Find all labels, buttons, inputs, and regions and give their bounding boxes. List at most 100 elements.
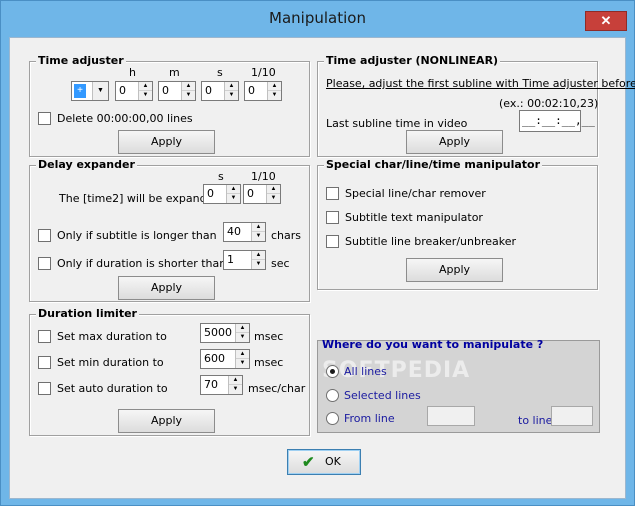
where-title: Where do you want to manipulate ? bbox=[322, 338, 544, 351]
to-line-input[interactable] bbox=[551, 406, 593, 426]
auto-duration-unit: msec/char bbox=[248, 382, 306, 395]
delay-tenths-value: 0 bbox=[247, 187, 254, 200]
min-duration-checkbox[interactable] bbox=[38, 356, 51, 369]
delay-seconds-spinner[interactable]: 0 ▲ ▼ bbox=[203, 184, 241, 204]
shorter-than-value: 1 bbox=[227, 253, 234, 266]
max-duration-spinner[interactable]: 5000 ▲ ▼ bbox=[200, 323, 250, 343]
min-duration-unit: msec bbox=[254, 356, 284, 369]
spin-down-icon[interactable]: ▼ bbox=[236, 359, 249, 368]
minutes-label: m bbox=[169, 66, 180, 79]
delay-expander-group: Delay expander s 1/10 The [time2] will b… bbox=[29, 158, 310, 302]
auto-duration-spinner[interactable]: 70 ▲ ▼ bbox=[200, 375, 243, 395]
shorter-than-spinner[interactable]: 1 ▲ ▼ bbox=[223, 250, 266, 270]
chevron-down-icon[interactable]: ▼ bbox=[92, 82, 108, 100]
nonlinear-apply-button[interactable]: Apply bbox=[406, 130, 503, 154]
minutes-value: 0 bbox=[162, 84, 169, 97]
from-line-radio[interactable] bbox=[326, 412, 339, 425]
spin-up-icon[interactable]: ▲ bbox=[182, 82, 195, 91]
max-duration-value: 5000 bbox=[204, 326, 232, 339]
tenths-spinner[interactable]: 0 ▲ ▼ bbox=[244, 81, 282, 101]
spin-up-icon[interactable]: ▲ bbox=[252, 251, 265, 260]
longer-than-checkbox[interactable] bbox=[38, 229, 51, 242]
spin-down-icon[interactable]: ▼ bbox=[267, 194, 280, 203]
sign-select[interactable]: + ▼ bbox=[71, 81, 109, 101]
selected-lines-radio[interactable] bbox=[326, 389, 339, 402]
spin-down-icon[interactable]: ▼ bbox=[236, 333, 249, 342]
sign-value: + bbox=[74, 84, 86, 98]
spin-down-icon[interactable]: ▼ bbox=[252, 232, 265, 241]
seconds-spinner[interactable]: 0 ▲ ▼ bbox=[201, 81, 239, 101]
where-panel: Where do you want to manipulate ? SOFTPE… bbox=[317, 338, 600, 433]
line-char-remover-label: Special line/char remover bbox=[345, 187, 486, 200]
auto-duration-label: Set auto duration to bbox=[57, 382, 168, 395]
spin-down-icon[interactable]: ▼ bbox=[139, 91, 152, 100]
spin-up-icon[interactable]: ▲ bbox=[268, 82, 281, 91]
delay-expander-apply-button[interactable]: Apply bbox=[118, 276, 215, 300]
ok-label: OK bbox=[325, 455, 341, 468]
spin-down-icon[interactable]: ▼ bbox=[182, 91, 195, 100]
max-duration-label: Set max duration to bbox=[57, 330, 167, 343]
spin-up-icon[interactable]: ▲ bbox=[139, 82, 152, 91]
from-line-input[interactable] bbox=[427, 406, 475, 426]
delay-seconds-label: s bbox=[218, 170, 224, 183]
max-duration-unit: msec bbox=[254, 330, 284, 343]
min-duration-spinner[interactable]: 600 ▲ ▼ bbox=[200, 349, 250, 369]
line-char-remover-checkbox[interactable] bbox=[326, 187, 339, 200]
delete-lines-checkbox[interactable] bbox=[38, 112, 51, 125]
max-duration-checkbox[interactable] bbox=[38, 330, 51, 343]
spin-up-icon[interactable]: ▲ bbox=[252, 223, 265, 232]
nonlinear-instruction: Please, adjust the first subline with Ti… bbox=[326, 77, 635, 90]
window-title: Manipulation bbox=[269, 9, 366, 27]
close-button[interactable]: ✕ bbox=[585, 11, 627, 31]
ok-button[interactable]: ✔ OK bbox=[287, 449, 361, 475]
close-icon: ✕ bbox=[600, 13, 612, 28]
last-subline-label: Last subline time in video bbox=[326, 117, 468, 130]
spin-up-icon[interactable]: ▲ bbox=[227, 185, 240, 194]
spin-up-icon[interactable]: ▲ bbox=[236, 324, 249, 333]
spin-down-icon[interactable]: ▼ bbox=[225, 91, 238, 100]
chars-unit: chars bbox=[271, 229, 302, 242]
nonlinear-group: Time adjuster (NONLINEAR) Please, adjust… bbox=[317, 54, 635, 157]
duration-limiter-apply-button[interactable]: Apply bbox=[118, 409, 215, 433]
tenths-label: 1/10 bbox=[251, 66, 276, 79]
longer-than-spinner[interactable]: 40 ▲ ▼ bbox=[223, 222, 266, 242]
spin-down-icon[interactable]: ▼ bbox=[268, 91, 281, 100]
spin-up-icon[interactable]: ▲ bbox=[225, 82, 238, 91]
title-bar: Manipulation ✕ bbox=[1, 1, 634, 35]
delay-tenths-label: 1/10 bbox=[251, 170, 276, 183]
all-lines-label: All lines bbox=[344, 365, 387, 378]
spin-down-icon[interactable]: ▼ bbox=[252, 260, 265, 269]
min-duration-label: Set min duration to bbox=[57, 356, 164, 369]
minutes-spinner[interactable]: 0 ▲ ▼ bbox=[158, 81, 196, 101]
duration-limiter-group: Duration limiter Set max duration to 500… bbox=[29, 307, 310, 436]
spin-up-icon[interactable]: ▲ bbox=[236, 350, 249, 359]
time-adjuster-title: Time adjuster bbox=[36, 54, 126, 67]
auto-duration-checkbox[interactable] bbox=[38, 382, 51, 395]
delay-tenths-spinner[interactable]: 0 ▲ ▼ bbox=[243, 184, 281, 204]
special-apply-button[interactable]: Apply bbox=[406, 258, 503, 282]
last-subline-time-input[interactable]: __:__:__,__ bbox=[519, 110, 595, 132]
delete-lines-label: Delete 00:00:00,00 lines bbox=[57, 112, 193, 125]
time-adjuster-group: Time adjuster h m s 1/10 + ▼ 0 ▲ ▼ 0 ▲ ▼ 0… bbox=[29, 54, 310, 157]
line-breaker-label: Subtitle line breaker/unbreaker bbox=[345, 235, 517, 248]
seconds-label: s bbox=[217, 66, 223, 79]
time-adjuster-apply-button[interactable]: Apply bbox=[118, 130, 215, 154]
nonlinear-title: Time adjuster (NONLINEAR) bbox=[324, 54, 501, 67]
spin-up-icon[interactable]: ▲ bbox=[267, 185, 280, 194]
all-lines-radio[interactable] bbox=[326, 365, 339, 378]
longer-than-value: 40 bbox=[227, 225, 241, 238]
longer-than-label: Only if subtitle is longer than bbox=[57, 229, 217, 242]
nonlinear-example: (ex.: 00:02:10,23) bbox=[499, 97, 599, 110]
line-breaker-checkbox[interactable] bbox=[326, 235, 339, 248]
spin-down-icon[interactable]: ▼ bbox=[229, 385, 242, 394]
text-manipulator-checkbox[interactable] bbox=[326, 211, 339, 224]
hours-value: 0 bbox=[119, 84, 126, 97]
selected-lines-label: Selected lines bbox=[344, 389, 421, 402]
checkmark-icon: ✔ bbox=[302, 454, 315, 471]
spin-down-icon[interactable]: ▼ bbox=[227, 194, 240, 203]
shorter-than-label: Only if duration is shorter than bbox=[57, 257, 227, 270]
hours-spinner[interactable]: 0 ▲ ▼ bbox=[115, 81, 153, 101]
special-title: Special char/line/time manipulator bbox=[324, 158, 543, 171]
spin-up-icon[interactable]: ▲ bbox=[229, 376, 242, 385]
shorter-than-checkbox[interactable] bbox=[38, 257, 51, 270]
